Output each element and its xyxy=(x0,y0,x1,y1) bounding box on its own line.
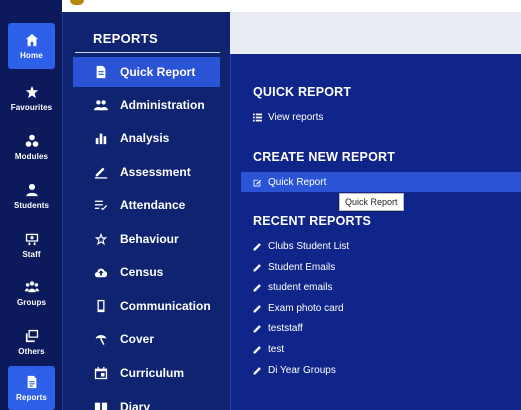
recent-report-link[interactable]: teststaff xyxy=(253,323,303,334)
rail-item-label: Others xyxy=(18,346,45,356)
recent-report-link[interactable]: Di Year Groups xyxy=(253,365,336,376)
star-outline-icon xyxy=(93,231,109,247)
star-icon xyxy=(25,85,38,98)
recent-reports-heading: RECENT REPORTS xyxy=(253,214,372,228)
menu-item-assessment[interactable]: Assessment xyxy=(73,157,220,187)
pencil-icon xyxy=(253,346,261,354)
modules-icon xyxy=(25,134,38,147)
divider xyxy=(75,52,220,53)
menu-item-diary[interactable]: Diary xyxy=(73,392,220,410)
rail-item-label: Students xyxy=(13,200,50,210)
menu-item-label: Diary xyxy=(120,400,151,410)
bar-chart-icon xyxy=(93,130,109,146)
rail-item-label: Staff xyxy=(22,249,41,259)
menu-item-attendance[interactable]: Attendance xyxy=(73,190,220,220)
rail-item-home[interactable]: Home xyxy=(8,23,55,69)
phone-icon xyxy=(93,298,109,314)
menu-title: REPORTS xyxy=(93,31,158,46)
recent-report-label: Di Year Groups xyxy=(268,365,336,376)
menu-item-label: Census xyxy=(120,265,164,279)
pencil-icon xyxy=(253,243,261,251)
icon-rail: Home Favourites Modules Students Staff G… xyxy=(0,0,62,410)
menu-item-census[interactable]: Census xyxy=(73,257,220,287)
pencil-icon xyxy=(253,264,261,272)
groups-icon xyxy=(24,280,39,292)
menu-item-administration[interactable]: Administration xyxy=(73,90,220,120)
menu-item-label: Analysis xyxy=(120,131,170,145)
menu-item-label: Quick Report xyxy=(120,65,196,79)
menu-item-label: Curriculum xyxy=(120,366,185,380)
menu-item-label: Communication xyxy=(120,299,211,313)
umbrella-icon xyxy=(93,331,109,347)
rail-item-reports[interactable]: Reports xyxy=(8,366,55,410)
menu-item-behaviour[interactable]: Behaviour xyxy=(73,224,220,254)
menu-item-label: Behaviour xyxy=(120,232,179,246)
menu-item-communication[interactable]: Communication xyxy=(73,291,220,321)
recent-report-label: Exam photo card xyxy=(268,303,344,314)
recent-report-link[interactable]: Exam photo card xyxy=(253,303,344,314)
quick-report-panel: QUICK REPORT View reports CREATE NEW REP… xyxy=(230,54,521,410)
recent-report-link[interactable]: test xyxy=(253,344,284,355)
rail-item-others[interactable]: Others xyxy=(8,319,55,365)
menu-item-label: Administration xyxy=(120,98,205,112)
list-icon xyxy=(253,113,262,122)
pencil-icon xyxy=(93,164,109,180)
menu-item-label: Assessment xyxy=(120,165,191,179)
menu-item-label: Cover xyxy=(120,332,155,346)
book-icon xyxy=(93,399,109,410)
rail-item-groups[interactable]: Groups xyxy=(8,270,55,316)
recent-report-label: Clubs Student List xyxy=(268,241,350,252)
document-icon xyxy=(93,64,109,80)
pencil-icon xyxy=(253,367,261,375)
menu-item-cover[interactable]: Cover xyxy=(73,324,220,354)
menu-item-quick-report[interactable]: Quick Report xyxy=(73,57,220,87)
pencil-icon xyxy=(253,325,261,333)
report-icon xyxy=(27,375,36,388)
recent-report-link[interactable]: Student Emails xyxy=(253,262,335,273)
home-icon xyxy=(25,33,38,46)
rail-item-label: Modules xyxy=(14,151,49,161)
rail-item-students[interactable]: Students xyxy=(8,173,55,219)
staff-icon xyxy=(25,233,38,245)
people-icon xyxy=(93,97,109,113)
pencil-icon xyxy=(253,284,261,292)
cloud-upload-icon xyxy=(93,264,109,280)
menu-item-curriculum[interactable]: Curriculum xyxy=(73,358,220,388)
create-quick-report-label: Quick Report xyxy=(268,176,327,188)
recent-report-label: teststaff xyxy=(268,323,303,334)
student-icon xyxy=(25,183,38,196)
recent-report-link[interactable]: Clubs Student List xyxy=(253,241,349,252)
recent-report-link[interactable]: student emails xyxy=(253,282,332,293)
menu-item-analysis[interactable]: Analysis xyxy=(73,123,220,153)
rail-item-label: Reports xyxy=(16,392,47,402)
quick-report-heading: QUICK REPORT xyxy=(253,85,352,99)
create-new-report-heading: CREATE NEW REPORT xyxy=(253,150,396,164)
rail-item-label: Favourites xyxy=(10,102,53,112)
rail-item-favourites[interactable]: Favourites xyxy=(8,75,55,121)
rail-item-label: Home xyxy=(20,50,43,60)
recent-report-label: Student Emails xyxy=(268,262,336,273)
recent-report-label: test xyxy=(268,344,285,355)
reports-menu: REPORTS Quick Report Administration Anal… xyxy=(62,12,230,410)
tooltip: Quick Report xyxy=(339,193,404,211)
content-background xyxy=(230,12,521,54)
top-bar xyxy=(62,0,521,12)
menu-item-label: Attendance xyxy=(120,198,186,212)
create-quick-report-link[interactable]: Quick Report xyxy=(241,172,521,192)
view-reports-label: View reports xyxy=(268,112,324,123)
rail-item-staff[interactable]: Staff xyxy=(8,222,55,268)
edit-square-icon xyxy=(253,179,262,186)
calendar-icon xyxy=(93,365,109,381)
checklist-icon xyxy=(93,197,109,213)
others-icon xyxy=(25,329,38,342)
view-reports-link[interactable]: View reports xyxy=(253,112,323,123)
pencil-icon xyxy=(253,305,261,313)
rail-item-label: Groups xyxy=(16,297,47,307)
recent-report-label: student emails xyxy=(268,282,333,293)
rail-item-modules[interactable]: Modules xyxy=(8,124,55,170)
